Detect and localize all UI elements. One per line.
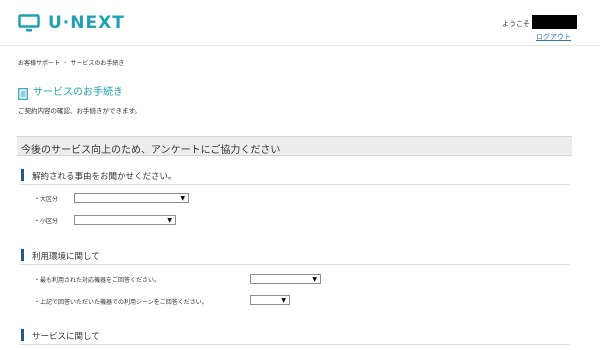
breadcrumb-support[interactable]: お客様サポート (18, 58, 60, 67)
section-usage-environment: 利用環境に関して (20, 249, 570, 265)
major-category-select[interactable]: ▼ (74, 193, 189, 203)
caret-down-icon: ▼ (281, 297, 286, 304)
logo-text: U·NEXT (48, 13, 125, 33)
page-title: サービスのお手続き (18, 83, 123, 100)
breadcrumb: お客様サポート › サービスのお手続き (18, 58, 124, 67)
redacted-username (532, 15, 577, 29)
page-title-text: サービスのお手続き (33, 87, 123, 98)
device-select[interactable]: ▼ (250, 274, 321, 284)
device-question-label: ・最も利用された対応機器をご回答ください。 (34, 277, 161, 284)
caret-down-icon: ▼ (312, 276, 317, 283)
survey-banner-text: 今後のサービス向上のため、アンケートにご協力ください (21, 145, 281, 156)
minor-category-select[interactable]: ▼ (74, 215, 176, 225)
breadcrumb-separator-icon: › (64, 59, 67, 66)
section-cancellation-reason: 解約される事由をお聞かせください。 (20, 169, 570, 185)
breadcrumb-current: サービスのお手続き (70, 60, 125, 67)
section-marker (21, 249, 24, 261)
section-title: 解約される事由をお聞かせください。 (32, 172, 177, 182)
welcome-text: ようこそ (502, 20, 530, 28)
logout-link[interactable]: ログアウト (536, 32, 571, 42)
caret-down-icon: ▼ (180, 195, 185, 202)
section-service: サービスに関して (20, 329, 570, 345)
major-category-label: ・大区分 (34, 196, 59, 203)
caret-down-icon: ▼ (167, 217, 172, 224)
section-marker (21, 329, 24, 341)
unext-logo[interactable]: U·NEXT (18, 14, 125, 32)
site-header: U·NEXT ようこそ ログアウト (0, 0, 600, 46)
section-title: サービスに関して (32, 332, 100, 342)
section-marker (21, 169, 24, 181)
usage-scene-question-label: ・上記で回答いただいた機器での利用シーンをご回答ください。 (34, 299, 208, 306)
usage-scene-select[interactable]: ▼ (250, 295, 290, 305)
document-icon (18, 85, 28, 100)
minor-category-label: ・小区分 (34, 218, 59, 225)
page-subtitle: ご契約内容の確認、お手続きができます。 (18, 107, 141, 115)
section-title: 利用環境に関して (32, 252, 100, 262)
tv-icon (18, 14, 40, 32)
survey-banner: 今後のサービス向上のため、アンケートにご協力ください (17, 136, 572, 156)
